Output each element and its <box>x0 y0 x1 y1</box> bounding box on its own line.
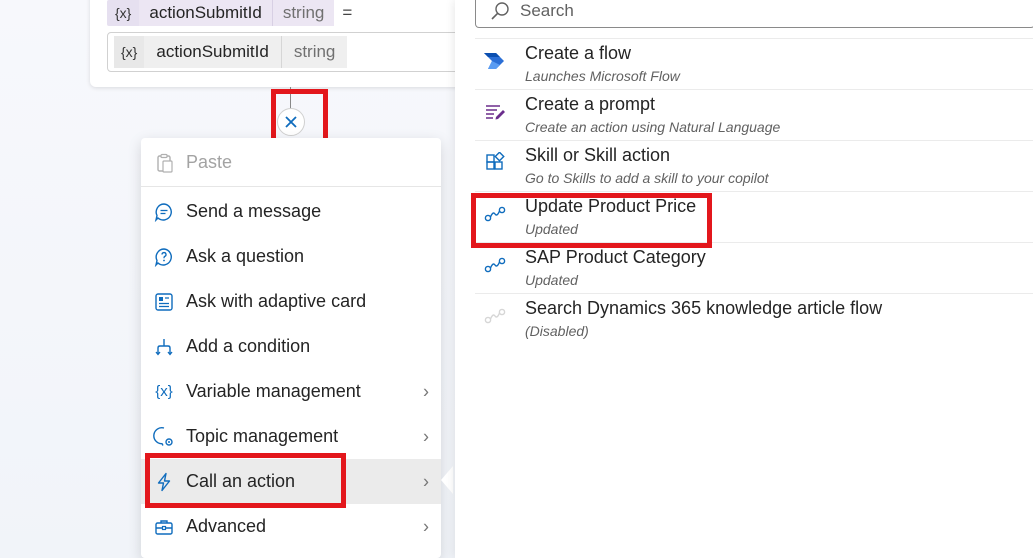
flow-icon <box>483 202 507 226</box>
menu-item-ask-question[interactable]: Ask a question <box>141 234 441 279</box>
menu-item-call-action[interactable]: Call an action › <box>141 459 441 504</box>
menu-item-send-message[interactable]: Send a message <box>141 189 441 234</box>
action-title: Search Dynamics 365 knowledge article fl… <box>525 298 883 318</box>
variable-icon: {x} <box>114 36 145 68</box>
variable-icon: {x} <box>107 0 140 26</box>
menu-item-label: Paste <box>186 152 233 172</box>
question-icon <box>153 246 175 268</box>
menu-item-paste[interactable]: Paste <box>141 140 441 185</box>
action-title: Update Product Price <box>525 196 697 216</box>
prompt-icon <box>483 100 507 124</box>
action-subtitle: Launches Microsoft Flow <box>525 68 680 84</box>
chevron-right-icon: › <box>423 426 429 446</box>
add-node-menu: Paste Send a message Ask a question Ask … <box>141 138 441 558</box>
action-search-dynamics-knowledge[interactable]: Search Dynamics 365 knowledge article fl… <box>475 293 1033 344</box>
skill-icon <box>483 151 507 175</box>
action-subtitle: Updated <box>525 221 578 237</box>
value-variable-type: string <box>280 36 348 68</box>
menu-item-label: Topic management <box>186 426 339 446</box>
close-icon <box>285 116 297 128</box>
menu-item-label: Ask a question <box>186 246 305 266</box>
condition-icon <box>153 336 175 358</box>
menu-divider <box>141 186 441 187</box>
adaptive-card-icon <box>153 291 175 313</box>
menu-item-label: Ask with adaptive card <box>186 291 367 311</box>
action-create-flow[interactable]: Create a flow Launches Microsoft Flow <box>475 38 1033 89</box>
variable-icon: {x} <box>155 383 173 400</box>
menu-item-advanced[interactable]: Advanced › <box>141 504 441 549</box>
node-connector <box>290 87 291 109</box>
variable-name[interactable]: actionSubmitId <box>139 0 272 26</box>
close-add-node-button[interactable] <box>277 108 305 136</box>
chevron-right-icon: › <box>423 516 429 536</box>
action-title: Create a prompt <box>525 94 656 114</box>
chevron-right-icon: › <box>423 471 429 491</box>
variable-assignment-row: {x} actionSubmitId string = <box>107 0 352 26</box>
action-subtitle: Create an action using Natural Language <box>525 119 781 135</box>
search-input[interactable]: Search <box>475 0 1033 28</box>
paste-icon <box>153 152 175 174</box>
variable-type: string <box>271 0 335 26</box>
flow-icon <box>483 253 507 277</box>
flow-disabled-icon <box>483 304 507 328</box>
value-variable-name: actionSubmitId <box>144 36 281 68</box>
menu-item-label: Advanced <box>186 516 267 536</box>
chevron-right-icon: › <box>423 381 429 401</box>
action-title: Skill or Skill action <box>525 145 671 165</box>
action-subtitle: Updated <box>525 272 578 288</box>
message-icon <box>153 201 175 223</box>
value-field[interactable]: {x} actionSubmitId string <box>107 32 470 72</box>
search-placeholder: Search <box>520 0 574 20</box>
menu-item-adaptive-card[interactable]: Ask with adaptive card <box>141 279 441 324</box>
action-update-product-price[interactable]: Update Product Price Updated <box>475 191 1033 242</box>
toolbox-icon <box>153 516 175 538</box>
topic-icon <box>153 426 175 448</box>
equals-operator: = <box>342 3 353 22</box>
menu-item-variable-management[interactable]: {x} Variable management › <box>141 369 441 414</box>
submenu-pointer <box>441 466 453 494</box>
action-skill[interactable]: Skill or Skill action Go to Skills to ad… <box>475 140 1033 191</box>
menu-item-label: Add a condition <box>186 336 311 356</box>
menu-item-label: Call an action <box>186 471 296 491</box>
action-title: Create a flow <box>525 43 632 63</box>
action-create-prompt[interactable]: Create a prompt Create an action using N… <box>475 89 1033 140</box>
lightning-icon <box>153 471 175 493</box>
search-icon <box>490 1 510 21</box>
menu-item-add-condition[interactable]: Add a condition <box>141 324 441 369</box>
action-subtitle: (Disabled) <box>525 323 589 339</box>
menu-item-label: Variable management <box>186 381 361 401</box>
action-subtitle: Go to Skills to add a skill to your copi… <box>525 170 769 186</box>
action-sap-product-category[interactable]: SAP Product Category Updated <box>475 242 1033 293</box>
menu-item-topic-management[interactable]: Topic management › <box>141 414 441 459</box>
action-title: SAP Product Category <box>525 247 706 267</box>
menu-item-label: Send a message <box>186 201 322 221</box>
power-automate-icon <box>483 49 507 73</box>
